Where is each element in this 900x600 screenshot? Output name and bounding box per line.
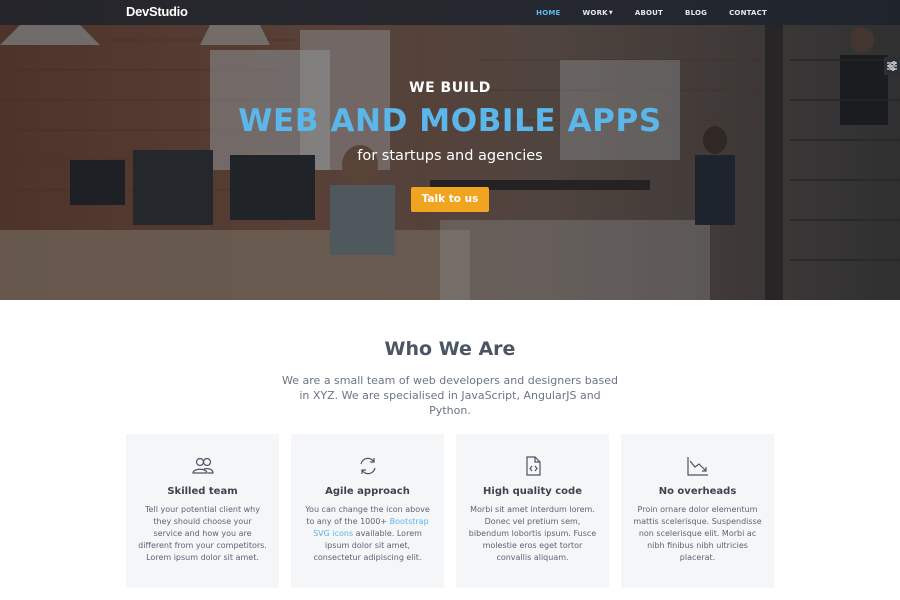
feature-cards: Skilled team Tell your potential client … <box>126 434 774 588</box>
graph-down-icon <box>686 457 708 476</box>
main-nav: HOME WORK▼ ABOUT BLOG CONTACT <box>514 0 767 25</box>
feature-title: No overheads <box>658 486 737 497</box>
hero-subline: for startups and agencies <box>357 148 543 164</box>
nav-item-home[interactable]: HOME <box>536 9 560 17</box>
hero-eyebrow: WE BUILD <box>409 80 491 96</box>
refresh-icon <box>359 457 376 475</box>
section-description: We are a small team of web developers an… <box>282 374 618 417</box>
feature-title: High quality code <box>483 486 582 497</box>
feature-text: Tell your potential client why they shou… <box>138 505 267 562</box>
chevron-down-icon: ▼ <box>608 9 613 16</box>
people-icon <box>191 457 214 474</box>
sliders-icon <box>887 61 897 71</box>
feature-title: Skilled team <box>167 486 238 497</box>
nav-item-blog[interactable]: BLOG <box>685 9 707 17</box>
hero-headline: WEB AND MOBILE APPS <box>238 103 662 139</box>
brand-logo[interactable]: DevStudio <box>126 4 188 19</box>
hero-section: WE BUILD WEB AND MOBILE APPS for startup… <box>0 0 900 300</box>
feature-title: Agile approach <box>325 486 410 497</box>
nav-item-work[interactable]: WORK▼ <box>583 9 613 17</box>
settings-panel-toggle[interactable] <box>884 57 900 75</box>
feature-text: Proin ornare dolor elementum mattis scel… <box>633 505 762 562</box>
section-title: Who We Are <box>384 338 516 360</box>
talk-to-us-button[interactable]: Talk to us <box>411 187 489 212</box>
nav-item-about[interactable]: ABOUT <box>635 9 663 17</box>
nav-item-contact[interactable]: CONTACT <box>729 9 767 17</box>
feature-card-agile-approach: Agile approach You can change the icon a… <box>291 434 444 588</box>
code-file-icon <box>525 456 541 476</box>
nav-item-work-label: WORK <box>582 8 608 17</box>
feature-card-no-overheads: No overheads Proin ornare dolor elementu… <box>621 434 774 588</box>
feature-text: Morbi sit amet interdum lorem. Donec vel… <box>468 505 597 562</box>
feature-card-high-quality-code: High quality code Morbi sit amet interdu… <box>456 434 609 588</box>
feature-text: You can change the icon above to any of … <box>303 504 432 564</box>
top-navbar: DevStudio HOME WORK▼ ABOUT BLOG CONTACT <box>0 0 900 25</box>
feature-card-skilled-team: Skilled team Tell your potential client … <box>126 434 279 588</box>
